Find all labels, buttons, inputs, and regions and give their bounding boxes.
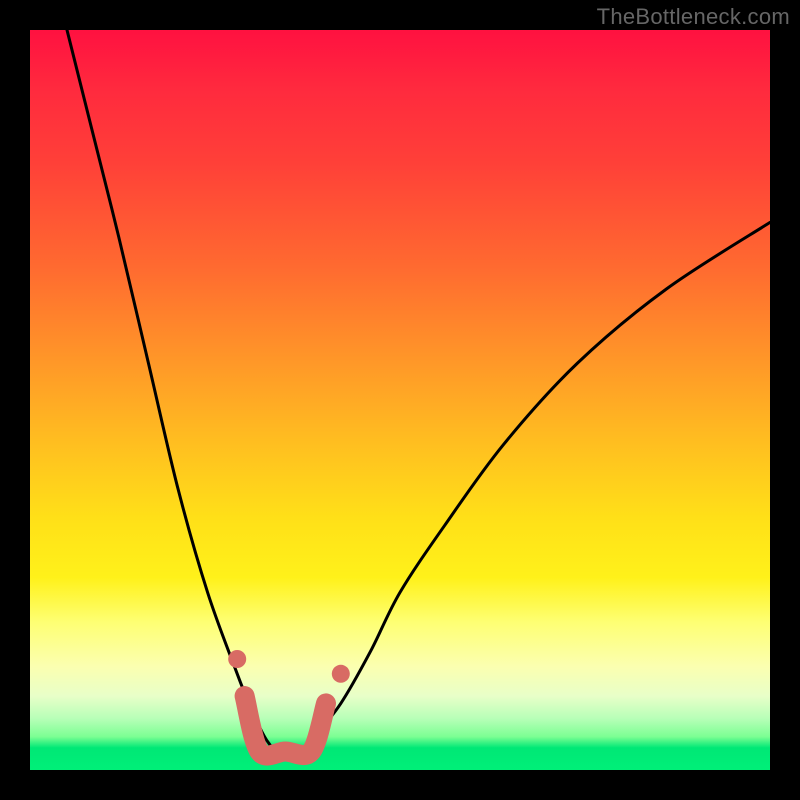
chart-container: TheBottleneck.com [0, 0, 800, 800]
plot-frame [30, 30, 770, 770]
optimal-region-marker [245, 696, 326, 756]
bottleneck-curve [67, 30, 770, 757]
optimal-outer-dot-right [332, 665, 350, 683]
curve-layer [30, 30, 770, 770]
watermark-text: TheBottleneck.com [597, 4, 790, 30]
optimal-outer-dot-left [228, 650, 246, 668]
